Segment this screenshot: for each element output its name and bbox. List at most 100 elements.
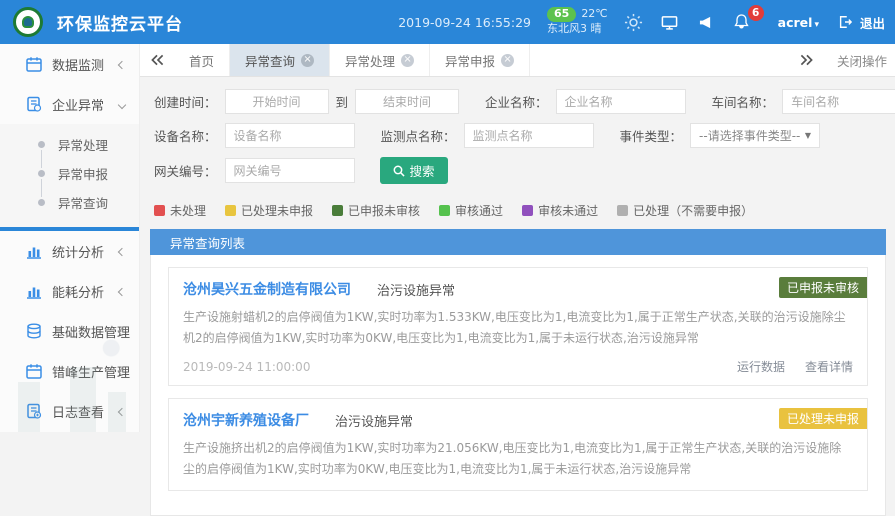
workshop-input[interactable] xyxy=(782,89,895,114)
monitor-icon[interactable] xyxy=(660,12,680,32)
legend-swatch xyxy=(439,205,450,216)
tab-exception-handle[interactable]: 异常处理 × xyxy=(330,44,430,76)
sidebar-item-data-monitoring[interactable]: 数据监测 xyxy=(0,44,139,84)
sidebar-item-enterprise-exception[interactable]: 企业异常 xyxy=(0,84,139,124)
close-operations-button[interactable]: 关闭操作 xyxy=(837,51,895,70)
chevron-left-icon xyxy=(118,247,126,255)
logout-button[interactable]: 退出 xyxy=(835,12,885,32)
filter-row: 设备名称： 监测点名称： 事件类型： --请选择事件类型-- ▼ xyxy=(154,123,895,148)
list-item: 已申报未审核 沧州昊兴五金制造有限公司 治污设施异常 生产设施射蜡机2的启停阀值… xyxy=(168,267,868,386)
user-menu[interactable]: acrel▾ xyxy=(778,15,819,30)
bullet-icon xyxy=(38,170,45,177)
sidebar-item-statistics[interactable]: 统计分析 xyxy=(0,231,139,271)
gateway-label: 网关编号： xyxy=(154,161,217,180)
tab-exception-query[interactable]: 异常查询 × xyxy=(230,44,330,76)
select-caret-icon: ▼ xyxy=(805,131,811,140)
header-bar: 环保监控云平台 2019-09-24 16:55:29 65 22℃ 东北风3 … xyxy=(0,0,895,44)
sidebar-item-exception-declare[interactable]: 异常申报 xyxy=(0,159,139,188)
legend-swatch xyxy=(617,205,628,216)
filter-row: 网关编号： 搜索 xyxy=(154,157,895,184)
temperature: 22℃ xyxy=(581,7,607,22)
legend-swatch xyxy=(154,205,165,216)
legend-item: 已申报未审核 xyxy=(332,202,420,219)
legend-swatch xyxy=(332,205,343,216)
item-description: 生产设施挤出机2的启停阀值为1KW,实时功率为21.056KW,电压变比为1,电… xyxy=(183,438,853,480)
company-input[interactable] xyxy=(556,89,686,114)
sidebar-item-energy-analysis[interactable]: 能耗分析 xyxy=(0,271,139,311)
exception-query-panel: 异常查询列表 已申报未审核 沧州昊兴五金制造有限公司 治污设施异常 生产设施射蜡… xyxy=(150,229,886,516)
caret-down-icon: ▾ xyxy=(814,20,819,30)
bell-icon[interactable]: 6 xyxy=(732,12,752,32)
tab-label: 异常申报 xyxy=(445,51,495,70)
close-icon[interactable]: × xyxy=(301,54,314,67)
log-icon xyxy=(26,403,42,419)
event-type-label: 事件类型： xyxy=(620,126,683,145)
sun-icon xyxy=(624,12,644,32)
legend-label: 未处理 xyxy=(170,202,206,219)
gateway-input[interactable] xyxy=(225,158,355,183)
company-link[interactable]: 沧州宇新养殖设备厂 xyxy=(183,410,309,430)
company-link[interactable]: 沧州昊兴五金制造有限公司 xyxy=(183,279,351,299)
legend-item: 已处理未申报 xyxy=(225,202,313,219)
event-type-select[interactable]: --请选择事件类型-- ▼ xyxy=(690,123,820,148)
database-icon xyxy=(26,323,42,339)
panel-title: 异常查询列表 xyxy=(170,233,245,252)
item-timestamp: 2019-09-24 11:00:00 xyxy=(183,360,310,374)
status-badge: 已申报未审核 xyxy=(779,277,867,298)
chevron-left-icon xyxy=(118,60,126,68)
speaker-icon[interactable] xyxy=(696,12,716,32)
status-legend: 未处理 已处理未申报 已申报未审核 审核通过 审核未通过 已处理（不需要申报） xyxy=(140,193,895,229)
tab-home[interactable]: 首页 xyxy=(174,44,230,76)
submenu-label: 异常申报 xyxy=(58,164,108,183)
sidebar-item-log-view[interactable]: 日志查看 xyxy=(0,391,139,431)
create-time-label: 创建时间： xyxy=(154,92,217,111)
tab-scroll-left-icon[interactable] xyxy=(140,44,174,76)
filter-row: 创建时间： 到 企业名称： 车间名称： xyxy=(154,89,895,114)
chevron-left-icon xyxy=(118,327,126,335)
aqi-badge: 65 xyxy=(547,7,576,22)
legend-item: 未处理 xyxy=(154,202,206,219)
submenu-label: 异常处理 xyxy=(58,135,108,154)
device-input[interactable] xyxy=(225,123,355,148)
sidebar-item-label: 企业异常 xyxy=(52,95,104,114)
start-time-input[interactable] xyxy=(225,89,329,114)
legend-label: 审核通过 xyxy=(455,202,503,219)
status-badge: 已处理未申报 xyxy=(779,408,867,429)
panel-header: 异常查询列表 xyxy=(150,229,886,255)
legend-label: 已处理（不需要申报） xyxy=(633,202,753,219)
legend-label: 审核未通过 xyxy=(538,202,598,219)
sidebar: 数据监测 企业异常 异常处理 异常申报 异常查询 统计分析 能耗分析 基础数据管… xyxy=(0,44,140,432)
app-logo-icon xyxy=(13,7,43,37)
bar-chart-icon xyxy=(26,283,42,299)
tab-label: 异常处理 xyxy=(345,51,395,70)
tab-exception-declare[interactable]: 异常申报 × xyxy=(430,44,530,76)
tab-label: 异常查询 xyxy=(245,51,295,70)
bullet-icon xyxy=(38,199,45,206)
sidebar-item-label: 能耗分析 xyxy=(52,282,104,301)
sidebar-item-exception-query[interactable]: 异常查询 xyxy=(0,188,139,217)
exception-submenu: 异常处理 异常申报 异常查询 xyxy=(0,124,139,227)
close-icon[interactable]: × xyxy=(501,54,514,67)
weather-text: 东北风3 晴 xyxy=(547,22,608,37)
notification-badge[interactable]: 6 xyxy=(748,5,764,21)
list-item: 已处理未申报 沧州宇新养殖设备厂 治污设施异常 生产设施挤出机2的启停阀值为1K… xyxy=(168,398,868,491)
sidebar-item-base-data[interactable]: 基础数据管理 xyxy=(0,311,139,351)
sidebar-item-peak-production[interactable]: 错峰生产管理 xyxy=(0,351,139,391)
tab-scroll-right-icon[interactable] xyxy=(789,54,823,66)
logout-icon xyxy=(835,12,855,32)
view-details-link[interactable]: 查看详情 xyxy=(805,358,853,375)
close-icon[interactable]: × xyxy=(401,54,414,67)
run-data-link[interactable]: 运行数据 xyxy=(737,358,785,375)
search-button[interactable]: 搜索 xyxy=(380,157,448,184)
logout-label: 退出 xyxy=(860,13,885,32)
company-label: 企业名称： xyxy=(485,92,548,111)
search-button-label: 搜索 xyxy=(410,161,435,180)
sidebar-item-exception-handle[interactable]: 异常处理 xyxy=(0,130,139,159)
point-input[interactable] xyxy=(464,123,594,148)
end-time-input[interactable] xyxy=(355,89,459,114)
legend-label: 已处理未申报 xyxy=(241,202,313,219)
chevron-left-icon xyxy=(118,367,126,375)
tab-bar: 首页 异常查询 × 异常处理 × 异常申报 × 关闭操作 xyxy=(140,44,895,77)
username: acrel xyxy=(778,15,813,30)
calendar-icon xyxy=(26,56,42,72)
